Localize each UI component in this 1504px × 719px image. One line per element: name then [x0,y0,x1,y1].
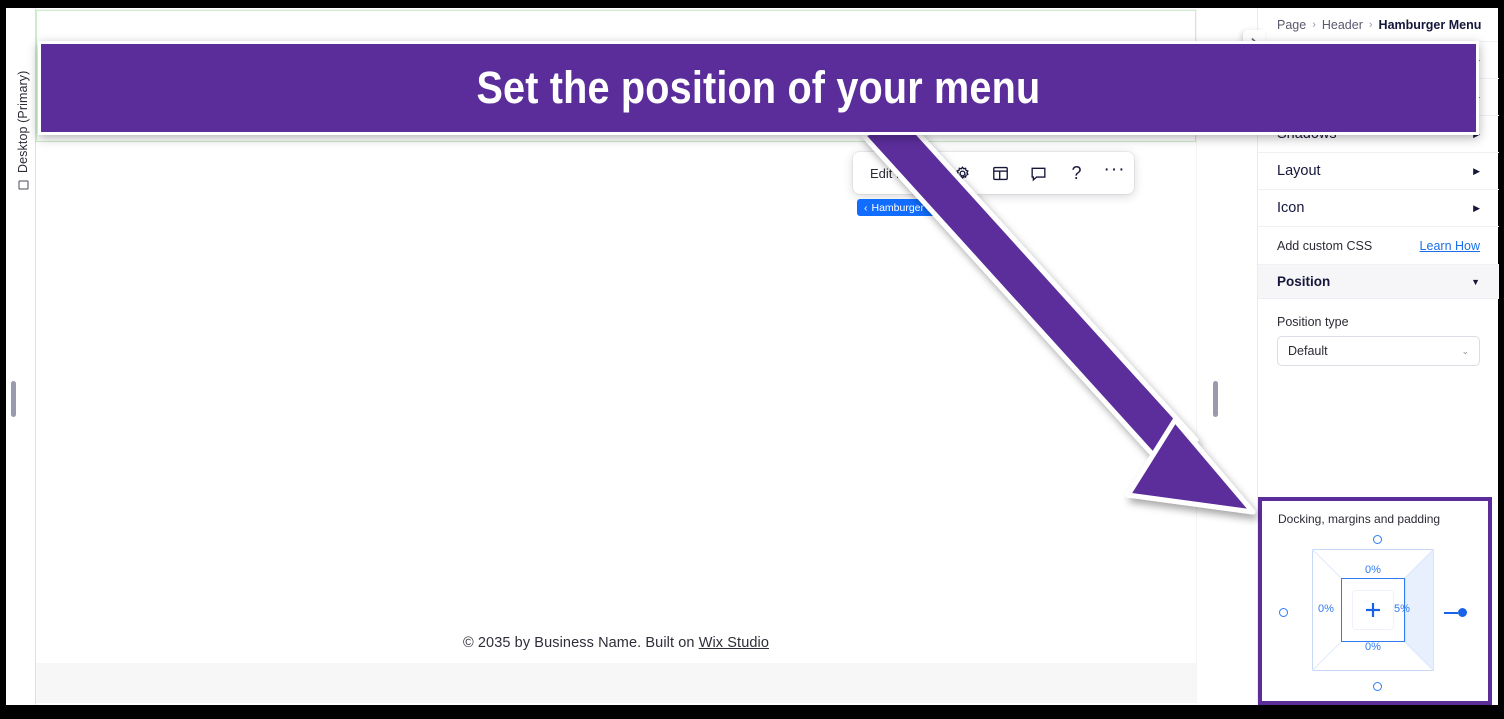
layout-button[interactable] [982,152,1020,194]
site-body [36,142,1196,663]
dock-value-left[interactable]: 0% [1318,603,1334,615]
help-button[interactable]: ? [1058,152,1096,194]
dock-anchor-line-right [1444,612,1458,614]
canvas-resize-handle-right[interactable] [1213,381,1218,417]
footer-copyright: © 2035 by Business Name. Built on Wix St… [36,635,1196,651]
dock-value-right[interactable]: 5% [1394,603,1410,615]
layout-icon [993,166,1008,180]
breadcrumb-item-header[interactable]: Header [1322,18,1363,32]
settings-button[interactable] [944,152,982,194]
letterbox-bottom [0,705,1504,719]
breadcrumb-current: Hamburger Menu [1378,17,1482,32]
site-footer-band [36,663,1196,702]
monitor-icon [18,180,28,190]
element-selection-badge[interactable]: ‹ Hamburger Menu [857,199,949,216]
dock-value-top[interactable]: 0% [1312,564,1434,576]
custom-css-label: Add custom CSS [1277,238,1373,253]
breadcrumb-separator-icon: › [1312,18,1316,31]
dock-anchor-left[interactable] [1279,608,1288,617]
learn-how-link[interactable]: Learn How [1420,239,1480,253]
breadcrumb: Page › Header › Hamburger Menu [1258,8,1498,42]
chevron-down-icon: ▼ [1471,276,1480,287]
canvas-resize-handle-left[interactable] [11,381,16,417]
position-type-value: Default [1288,344,1328,358]
position-section-title: Position [1277,274,1331,289]
chevron-right-icon-layout: ▶ [1473,165,1480,176]
comment-button[interactable] [1020,152,1058,194]
editor-screenshot: Desktop (Primary) © 2035 by Business Nam… [0,0,1504,719]
custom-css-row: Add custom CSS Learn How [1258,227,1499,265]
badge-back-chevron-icon: ‹ [864,201,868,214]
instruction-banner: Set the position of your menu [38,41,1479,135]
breadcrumb-item-page[interactable]: Page [1277,18,1306,32]
device-label-text: Desktop (Primary) [16,70,30,173]
sidebar-item-layout[interactable]: Layout ▶ [1258,153,1499,190]
gear-icon [956,165,969,179]
section-label-layout: Layout [1277,163,1321,179]
section-label-icon: Icon [1277,200,1305,216]
device-label[interactable]: Desktop (Primary) [16,40,30,190]
position-type-select[interactable]: Default ⌄ [1277,336,1480,366]
dock-anchor-right[interactable] [1458,608,1467,617]
breadcrumb-separator-icon-2: › [1368,18,1373,31]
letterbox-top [0,0,1504,8]
comment-icon [1031,167,1046,181]
dock-anchor-top[interactable] [1373,535,1382,544]
dock-value-bottom[interactable]: 0% [1312,641,1434,653]
sidebar-item-icon[interactable]: Icon ▶ [1258,190,1499,227]
more-button[interactable]: ··· [1096,152,1134,194]
position-section-header[interactable]: Position ▼ [1258,265,1499,299]
docking-title: Docking, margins and padding [1278,512,1441,526]
position-type-label: Position type [1277,315,1349,329]
chevron-right-icon-icon: ▶ [1473,202,1480,213]
docking-widget[interactable]: Docking, margins and padding 0% 0% 0% 5% [1258,497,1492,705]
element-toolbar[interactable]: Edit Menu ? ··· [853,152,1134,194]
badge-label: Hamburger Menu [871,201,950,214]
footer-copyright-text: © 2035 by Business Name. Built on [462,635,699,651]
device-rail: Desktop (Primary) [6,8,36,705]
wix-studio-link[interactable]: Wix Studio [699,635,769,651]
dock-stage[interactable]: 0% 0% 0% 5% [1312,549,1434,671]
instruction-banner-text: Set the position of your menu [476,62,1041,113]
edit-menu-button[interactable]: Edit Menu [853,166,943,181]
dock-anchor-bottom[interactable] [1373,682,1382,691]
chevron-down-icon-select: ⌄ [1461,345,1469,356]
plus-icon[interactable] [1365,602,1381,618]
